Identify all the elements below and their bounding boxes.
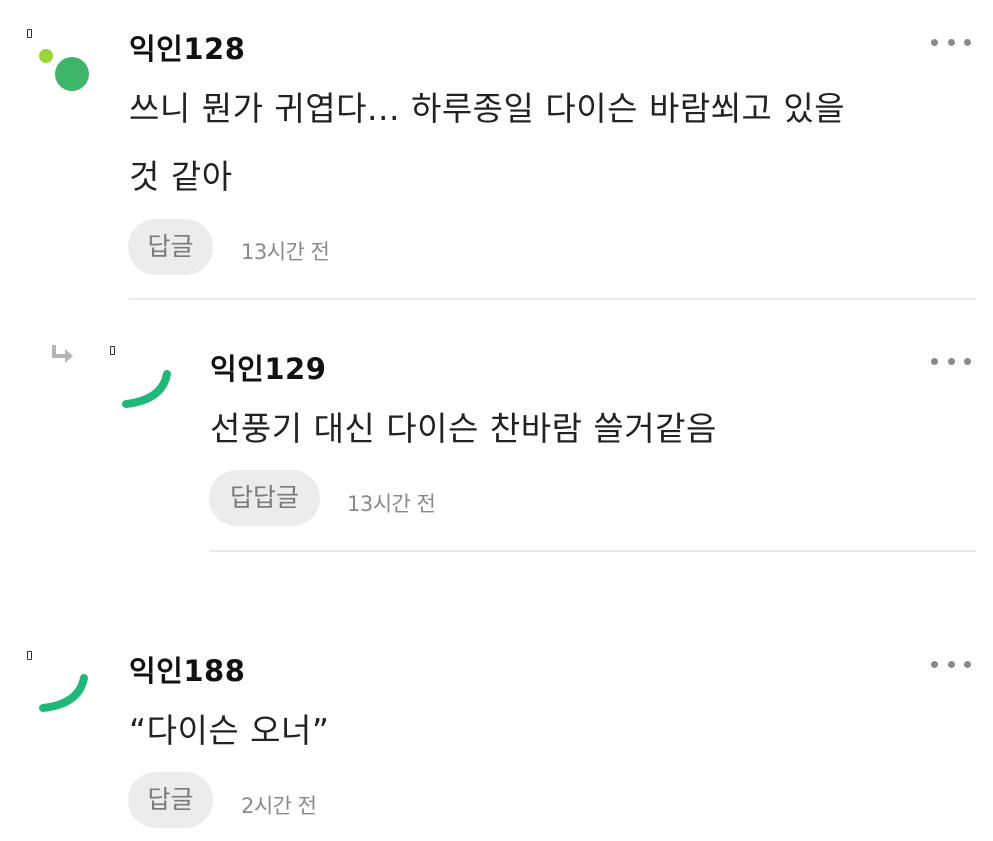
comment-text-line: 선풍기 대신 다이슨 찬바람 쓸거같음 — [210, 409, 717, 448]
comment-text-line: 것 같아 — [129, 157, 233, 196]
timestamp: 13시간 전 — [347, 492, 436, 516]
comment-text-line: “다이슨 오너” — [129, 711, 330, 750]
nickname[interactable]: 익인188 — [129, 648, 245, 690]
comment-item: 익인188 “다이슨 오너” 답글 2시간 전 — [0, 640, 993, 841]
timestamp: 2시간 전 — [241, 794, 317, 818]
comment-item: 익인128 쓰니 뭔가 귀엽다... 하루종일 다이슨 바람쐬고 있을 것 같아… — [0, 0, 993, 300]
comment-text-line: 쓰니 뭔가 귀엽다... 하루종일 다이슨 바람쐬고 있을 — [129, 89, 846, 128]
more-dots-icon — [931, 357, 938, 365]
reply-comment-item: 익인129 선풍기 대신 다이슨 찬바람 쓸거같음 답답글 13시간 전 — [0, 330, 993, 560]
reply-button[interactable]: 답글 — [128, 772, 213, 828]
avatar-icon[interactable] — [35, 670, 91, 716]
reply-button[interactable]: 답답글 — [209, 470, 320, 526]
divider — [129, 298, 976, 300]
more-options-button[interactable] — [931, 35, 971, 49]
reply-button[interactable]: 답글 — [128, 219, 213, 275]
divider — [210, 550, 976, 552]
more-dots-icon — [931, 38, 938, 46]
avatar-icon[interactable] — [36, 45, 92, 95]
reply-arrow-icon — [50, 343, 76, 369]
level-badge-icon — [27, 29, 32, 38]
timestamp: 13시간 전 — [241, 240, 330, 264]
more-options-button[interactable] — [931, 657, 971, 671]
nickname[interactable]: 익인129 — [210, 346, 326, 388]
level-badge-icon — [110, 346, 115, 355]
level-badge-icon — [27, 651, 32, 660]
nickname[interactable]: 익인128 — [129, 26, 245, 68]
more-options-button[interactable] — [931, 354, 971, 368]
avatar-icon[interactable] — [118, 366, 174, 412]
more-dots-icon — [931, 660, 938, 668]
